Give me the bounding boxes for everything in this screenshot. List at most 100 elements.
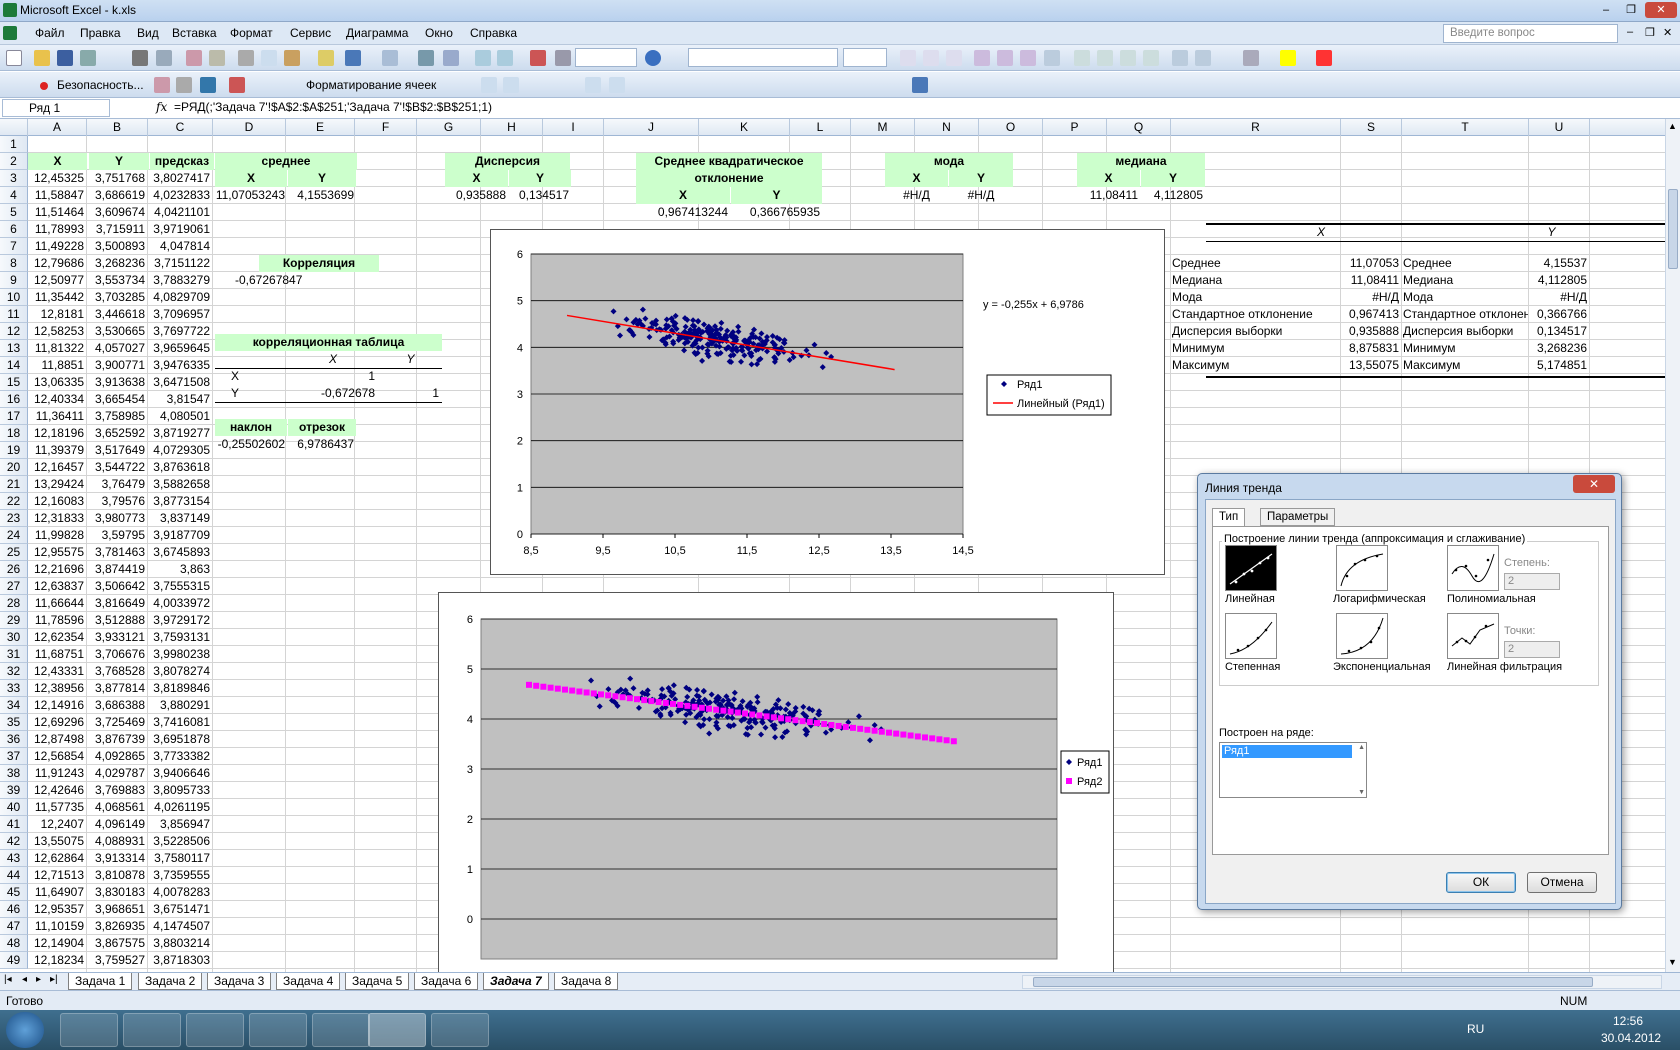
moving-average-type-tile[interactable] <box>1447 613 1499 659</box>
cell-b26[interactable]: 3,874419 <box>87 561 147 578</box>
menu-chart[interactable]: Диаграмма <box>346 26 408 40</box>
start-button[interactable] <box>6 1012 44 1048</box>
taskbar-explorer-icon[interactable] <box>60 1013 118 1047</box>
row-header-44[interactable]: 44 <box>0 867 28 884</box>
exp-type-tile[interactable] <box>1336 613 1388 659</box>
column-header-i[interactable]: I <box>543 119 604 136</box>
merge-center-icon[interactable] <box>1044 50 1060 66</box>
header-moda[interactable]: мода <box>885 153 1013 170</box>
stats-l2-6[interactable]: Максимум <box>1403 357 1528 374</box>
stats-y-1[interactable]: 4,112805 <box>1530 272 1589 289</box>
cell-b18[interactable]: 3,652592 <box>87 425 147 442</box>
increase-indent-icon[interactable] <box>1195 50 1211 66</box>
scroll-thumb[interactable] <box>1668 189 1678 269</box>
cell-b40[interactable]: 4,068561 <box>87 799 147 816</box>
sko-y-value[interactable]: 0,366765935 <box>731 204 822 221</box>
cell-b48[interactable]: 3,867575 <box>87 935 147 952</box>
column-header-t[interactable]: T <box>1402 119 1529 136</box>
menu-format[interactable]: Формат <box>230 26 273 40</box>
cell-a28[interactable]: 11,66644 <box>28 595 86 612</box>
cell-a30[interactable]: 12,62354 <box>28 629 86 646</box>
taskbar-firefox-2-icon[interactable] <box>312 1013 370 1047</box>
menu-edit[interactable]: Правка <box>80 26 121 40</box>
corr-table-yy[interactable]: 1 <box>379 385 441 402</box>
cell-a46[interactable]: 12,95357 <box>28 901 86 918</box>
intercept-value[interactable]: 6,9786437 <box>288 436 356 453</box>
cell-a33[interactable]: 12,38956 <box>28 680 86 697</box>
tray-language[interactable]: RU <box>1467 1022 1484 1036</box>
stats-l-6[interactable]: Максимум <box>1172 357 1340 374</box>
design-mode-icon[interactable] <box>200 77 216 93</box>
column-header-l[interactable]: L <box>790 119 851 136</box>
listbox-up-icon[interactable]: ▲ <box>1358 744 1365 751</box>
cell-c4[interactable]: 4,0232833 <box>148 187 212 204</box>
row-header-21[interactable]: 21 <box>0 476 28 493</box>
cell-c23[interactable]: 3,837149 <box>148 510 212 527</box>
stats-y-head[interactable]: Y <box>1437 224 1665 241</box>
row-header-9[interactable]: 9 <box>0 272 28 289</box>
cell-b37[interactable]: 4,092865 <box>87 748 147 765</box>
tab-zadacha-8[interactable]: Задача 8 <box>554 973 619 990</box>
underline-icon[interactable] <box>946 50 962 66</box>
header-median[interactable]: медиана <box>1077 153 1205 170</box>
mean-y-label[interactable]: Y <box>288 170 356 187</box>
label-control-icon[interactable] <box>503 77 519 93</box>
new-icon[interactable] <box>6 50 22 66</box>
cell-a19[interactable]: 11,39379 <box>28 442 86 459</box>
cell-c42[interactable]: 3,5228506 <box>148 833 212 850</box>
print-preview-icon[interactable] <box>156 50 172 66</box>
cell-c20[interactable]: 3,8763618 <box>148 459 212 476</box>
row-header-33[interactable]: 33 <box>0 680 28 697</box>
cell-b16[interactable]: 3,665454 <box>87 391 147 408</box>
series-listbox[interactable]: Ряд1 ▲ ▼ <box>1219 742 1367 798</box>
undo-icon[interactable] <box>345 50 361 66</box>
sort-asc-icon[interactable] <box>475 50 491 66</box>
row-header-45[interactable]: 45 <box>0 884 28 901</box>
cell-b6[interactable]: 3,715911 <box>87 221 147 238</box>
sko-x-label[interactable]: X <box>636 187 730 204</box>
mean-y-value[interactable]: 4,1553699 <box>288 187 356 204</box>
cell-a11[interactable]: 12,8181 <box>28 306 86 323</box>
cell-c8[interactable]: 3,7151122 <box>148 255 212 272</box>
cell-b46[interactable]: 3,968651 <box>87 901 147 918</box>
cell-c46[interactable]: 3,6751471 <box>148 901 212 918</box>
stats-l2-4[interactable]: Дисперсия выборки <box>1403 323 1528 340</box>
cell-b32[interactable]: 3,768528 <box>87 663 147 680</box>
row-header-29[interactable]: 29 <box>0 612 28 629</box>
cell-c31[interactable]: 3,9980238 <box>148 646 212 663</box>
cell-b24[interactable]: 3,59795 <box>87 527 147 544</box>
cell-c32[interactable]: 3,8078274 <box>148 663 212 680</box>
cell-a15[interactable]: 13,06335 <box>28 374 86 391</box>
ok-button[interactable]: ОК <box>1446 872 1516 893</box>
minimize-icon[interactable]: – <box>1595 2 1617 18</box>
cell-b25[interactable]: 3,781463 <box>87 544 147 561</box>
cell-a42[interactable]: 13,55075 <box>28 833 86 850</box>
column-header-f[interactable]: F <box>355 119 417 136</box>
checkbox-control-icon[interactable] <box>585 77 601 93</box>
cell-c49[interactable]: 3,8718303 <box>148 952 212 969</box>
power-type-tile[interactable] <box>1225 613 1277 659</box>
print-icon[interactable] <box>132 50 148 66</box>
cell-a21[interactable]: 13,29424 <box>28 476 86 493</box>
taskbar-firefox-icon[interactable] <box>186 1013 244 1047</box>
tab-prev-icon[interactable]: ◂ <box>22 974 27 985</box>
moda-x-value[interactable]: #Н/Д <box>885 187 948 204</box>
row-header-22[interactable]: 22 <box>0 493 28 510</box>
sort-desc-icon[interactable] <box>497 50 513 66</box>
disp-x-label[interactable]: X <box>445 170 508 187</box>
row-header-48[interactable]: 48 <box>0 935 28 952</box>
cell-c10[interactable]: 4,0829709 <box>148 289 212 306</box>
font-name-select[interactable] <box>688 48 838 67</box>
column-header-g[interactable]: G <box>417 119 481 136</box>
decrease-decimal-icon[interactable] <box>1143 50 1159 66</box>
row-header-37[interactable]: 37 <box>0 748 28 765</box>
visual-basic-icon[interactable] <box>154 77 170 93</box>
tab-zadacha-6[interactable]: Задача 6 <box>414 973 479 990</box>
stats-x-2[interactable]: #Н/Д <box>1342 289 1401 306</box>
row-header-5[interactable]: 5 <box>0 204 28 221</box>
row-header-10[interactable]: 10 <box>0 289 28 306</box>
cell-b30[interactable]: 3,933121 <box>87 629 147 646</box>
cell-c15[interactable]: 3,6471508 <box>148 374 212 391</box>
poly-type-label[interactable]: Полиномиальная <box>1447 593 1536 605</box>
header-predict[interactable]: предсказ <box>150 153 214 170</box>
